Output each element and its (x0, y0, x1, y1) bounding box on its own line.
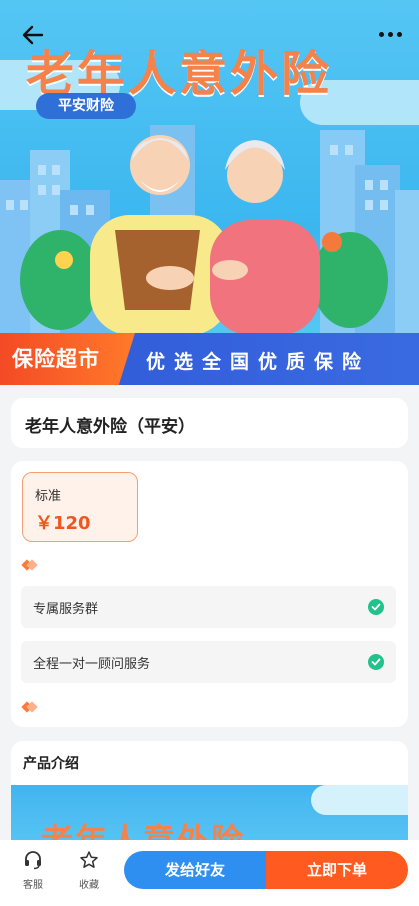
plan-option-standard[interactable]: 标准 ￥120 (22, 472, 138, 542)
brand-badge: 平安财险 (36, 93, 136, 119)
intro-heading: 产品介绍 (23, 756, 79, 772)
feature-label: 全程一对一顾问服务 (33, 657, 151, 672)
headset-icon (25, 851, 41, 870)
product-page: 老年人意外险 平安财险 保险超市 优选全国优质保险 老年人意外险（平安） 标准 … (0, 0, 419, 906)
star-icon (80, 851, 98, 868)
supermarket-banner: 保险超市 优选全国优质保险 (0, 333, 419, 385)
hero-banner: 老年人意外险 平安财险 (0, 0, 419, 385)
diamond-icon (21, 701, 38, 713)
diamond-icon (21, 559, 38, 571)
plan-price: ￥120 (35, 513, 91, 534)
feature-label: 专属服务群 (33, 602, 99, 617)
elderly-couple-illustration (0, 125, 419, 335)
more-options-button[interactable] (375, 22, 405, 46)
banner-left-label: 保险超市 (12, 347, 100, 371)
more-dot-icon (378, 31, 384, 37)
plan-name: 标准 (35, 489, 62, 504)
check-circle-icon (368, 654, 384, 670)
plan-card: 标准 ￥120 专属服务群 全程一对一顾问服务 (11, 461, 408, 727)
product-title-card: 老年人意外险（平安） (11, 398, 408, 448)
feature-item: 专属服务群 (21, 586, 396, 628)
customer-service-label: 客服 (23, 880, 43, 891)
favorite-label: 收藏 (79, 880, 99, 891)
check-circle-icon (368, 599, 384, 615)
favorite-tab[interactable]: 收藏 (69, 850, 109, 891)
bottom-action-bar: 客服 收藏 发给好友 立即下单 (0, 840, 419, 906)
order-now-button[interactable]: 立即下单 (266, 851, 408, 889)
feature-item: 全程一对一顾问服务 (21, 641, 396, 683)
share-to-friend-button[interactable]: 发给好友 (124, 851, 266, 889)
banner-slogan: 优选全国优质保险 (146, 351, 371, 373)
customer-service-tab[interactable]: 客服 (13, 850, 53, 891)
product-title: 老年人意外险（平安） (25, 417, 195, 437)
